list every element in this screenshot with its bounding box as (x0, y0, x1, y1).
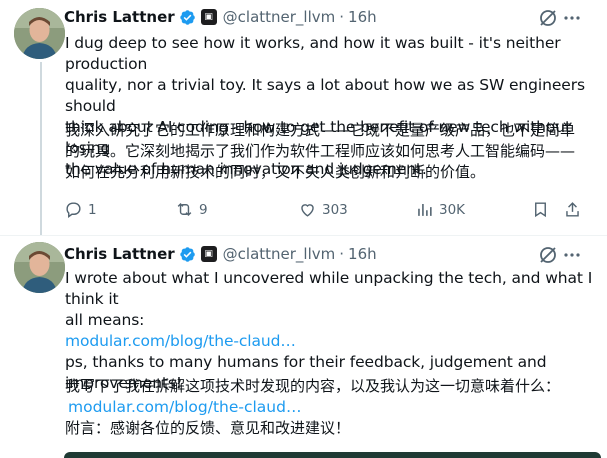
author-name[interactable]: Chris Lattner (64, 8, 175, 26)
like-icon (301, 204, 314, 217)
bookmark-button[interactable] (531, 200, 555, 219)
text-line: I dug deep to see how it works, and how … (65, 34, 561, 73)
author-avatar[interactable] (14, 242, 65, 293)
text-line: 附言：感谢各位的反馈、意见和改进建议！ (65, 419, 351, 437)
text-line: 的玩具。它深刻地揭示了我们作为软件工程师应该如何思考人工智能编码—— (65, 142, 576, 160)
separator-dot: · (339, 245, 345, 263)
text-line: all means: (65, 311, 145, 329)
retweet-button[interactable]: 9 (175, 200, 208, 219)
author-handle[interactable]: @clattner_llvm (223, 8, 336, 26)
views-button[interactable]: 30K (415, 200, 465, 219)
text-line: 如何在充分利用新技术的同时，又不失人类创新和判断的价值。 (65, 163, 486, 181)
action-bar: 1 9 303 30K (64, 200, 594, 224)
retweet-count: 9 (199, 201, 208, 218)
more-icon[interactable] (561, 7, 583, 29)
text-line: I wrote about what I uncovered while unp… (65, 269, 593, 308)
text-line: quality, nor a trivial toy. It says a lo… (65, 76, 585, 115)
reply-count: 1 (88, 201, 97, 218)
tweet-text-zh: 我深入研究了它的工作原理和构建方式——它既不是量产级产品，也不是简单 的玩具。它… (65, 120, 595, 183)
affiliate-badge-icon[interactable]: ▣ (200, 9, 217, 25)
text-line: ps, thanks to many humans for their feed… (65, 353, 547, 371)
like-button[interactable]: 303 (298, 200, 348, 219)
tweet-header: Chris Lattner ▣ @clattner_llvm · 16h (64, 6, 377, 28)
retweet-icon (177, 202, 192, 217)
blog-link[interactable]: modular.com/blog/the-claud… (65, 397, 595, 418)
views-count: 30K (439, 201, 466, 218)
grok-icon[interactable] (537, 7, 559, 29)
separator-dot: · (339, 8, 345, 26)
timestamp[interactable]: 16h (348, 8, 377, 26)
text-line: 我深入研究了它的工作原理和构建方式——它既不是量产级产品，也不是简单 (65, 121, 576, 139)
thread-connector-line (40, 62, 42, 236)
media-preview-card[interactable] (64, 452, 601, 458)
bookmark-icon (535, 202, 546, 218)
author-avatar[interactable] (14, 8, 65, 59)
share-button[interactable] (563, 200, 587, 219)
affiliate-badge-icon[interactable]: ▣ (200, 246, 217, 262)
reply-icon (66, 202, 81, 219)
tweet-1[interactable]: Chris Lattner ▣ @clattner_llvm · 16h I d… (0, 0, 607, 236)
author-handle[interactable]: @clattner_llvm (223, 245, 336, 263)
text-line: 我写下了我在拆解这项技术时发现的内容，以及我认为这一切意味着什么： (65, 377, 561, 395)
author-name[interactable]: Chris Lattner (64, 245, 175, 263)
timestamp[interactable]: 16h (348, 245, 377, 263)
tweet-header: Chris Lattner ▣ @clattner_llvm · 16h (64, 243, 377, 265)
reply-button[interactable]: 1 (64, 200, 97, 219)
more-icon[interactable] (561, 244, 583, 266)
verified-badge-icon (179, 9, 195, 25)
tweet-2-text-zh: 我写下了我在拆解这项技术时发现的内容，以及我认为这一切意味着什么： modula… (65, 376, 595, 439)
blog-link[interactable]: modular.com/blog/the-claud… (65, 331, 595, 352)
views-icon (418, 203, 432, 216)
verified-badge-icon (179, 246, 195, 262)
grok-icon[interactable] (537, 244, 559, 266)
share-icon (566, 202, 579, 217)
like-count: 303 (322, 201, 348, 218)
